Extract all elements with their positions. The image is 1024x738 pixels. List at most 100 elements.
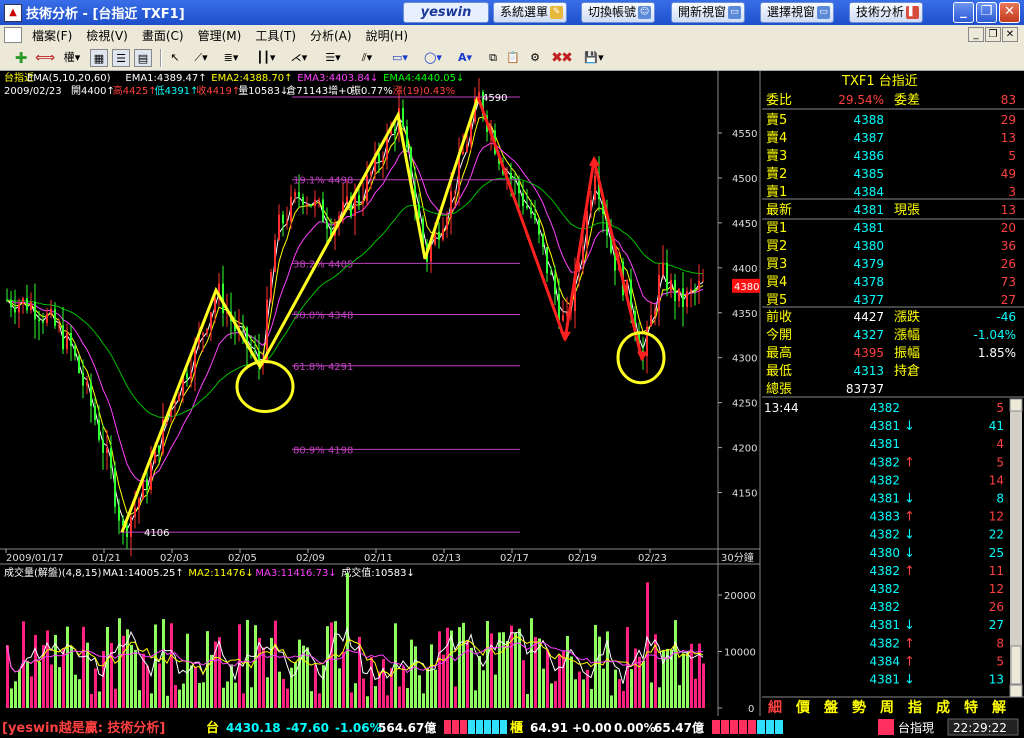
volume-bar: [74, 674, 77, 708]
status-strength-bar: [484, 720, 491, 734]
tick-qty: 5: [996, 401, 1004, 415]
candle-body: [86, 382, 88, 386]
status-otc-value: 64.91: [530, 721, 568, 735]
delete-all-icon[interactable]: ✖: [558, 49, 576, 67]
volume-bar: [294, 662, 297, 708]
candle-body: [370, 172, 372, 176]
menu-screen[interactable]: 畫面(C): [136, 27, 192, 44]
table-icon[interactable]: ▤: [134, 49, 152, 67]
settings-icon[interactable]: ⚙: [526, 49, 544, 67]
maximize-button[interactable]: ❐: [976, 2, 997, 23]
save-icon[interactable]: 💾▾: [580, 49, 608, 67]
volume-bar: [686, 650, 689, 708]
volume-bar: [414, 646, 417, 708]
candle-body: [654, 310, 656, 316]
candle-body: [674, 280, 676, 302]
volume-bar: [618, 679, 621, 708]
menu-tools[interactable]: 工具(T): [249, 27, 304, 44]
ask-row-value: 4385: [853, 167, 884, 181]
bid-row-label: 買4: [766, 275, 787, 290]
candle-body: [114, 467, 116, 507]
switch-account-button[interactable]: 切換帳號 ☺: [581, 2, 656, 23]
new-window-button[interactable]: 開新視窗 ▭: [671, 2, 746, 23]
crosshair-icon[interactable]: ✚: [12, 49, 30, 67]
volume-bar: [418, 675, 421, 708]
stat-row-label: 最高: [766, 345, 792, 361]
status-index-value: 4430.18: [226, 721, 281, 735]
mdi-minimize-button[interactable]: _: [968, 27, 984, 42]
volume-bar: [622, 690, 625, 708]
grid-icon[interactable]: ▦: [90, 49, 108, 67]
tick-arrow: ↑: [904, 636, 915, 651]
arrows-icon[interactable]: ⟺: [35, 49, 55, 67]
bid-row-label: 買2: [766, 239, 787, 254]
weight-button[interactable]: 權▾: [60, 49, 84, 67]
parallel-tool-icon[interactable]: ⫽▾: [354, 49, 380, 67]
candle-body: [30, 302, 32, 311]
volume-bar: [310, 691, 313, 708]
candle-body: [538, 219, 540, 235]
line-tool-icon[interactable]: ⟋▾: [188, 49, 214, 67]
tick-arrow: ↑: [904, 455, 915, 470]
technical-analysis-button[interactable]: 技術分析 ▌: [849, 2, 924, 23]
menu-view[interactable]: 檢視(V): [80, 27, 136, 44]
candle-body: [270, 272, 272, 300]
candle-body: [446, 217, 448, 230]
select-window-label: 選擇視窗: [767, 5, 816, 19]
list-icon[interactable]: ☰: [112, 49, 130, 67]
close-button[interactable]: ✕: [999, 2, 1020, 23]
stat-row-value2: -1.04%: [974, 328, 1016, 342]
volume-bar: [90, 693, 93, 708]
rectangle-tool-icon[interactable]: ▭▾: [387, 49, 413, 67]
candle-body: [282, 214, 284, 224]
candle-body: [702, 280, 704, 282]
select-window-button[interactable]: 選擇視窗 ▭: [760, 2, 835, 23]
volume-bar: [434, 669, 437, 708]
volume-bar: [58, 667, 61, 708]
minimize-button[interactable]: _: [953, 2, 974, 23]
last-row-label2: 現張: [894, 203, 920, 218]
candle-body: [690, 289, 692, 292]
channel-tool-icon[interactable]: ≣▾: [218, 49, 244, 67]
legend-item: 2009/02/23: [4, 86, 62, 97]
price-legend: 台指近EMA(5,10,20,60) EMA1:4389.47↑ EMA2:4388…: [4, 71, 464, 84]
copy-icon[interactable]: ⧉: [484, 49, 502, 67]
bid-row-value: 4379: [853, 257, 884, 271]
volume-bar: [602, 668, 605, 708]
menu-analysis[interactable]: 分析(A): [304, 27, 360, 44]
volume-bar: [658, 687, 661, 708]
volume-bar: [162, 619, 165, 708]
volume-bar: [578, 671, 581, 708]
volume-bar: [538, 638, 541, 708]
fibonacci-tool-icon[interactable]: ☰▾: [320, 49, 346, 67]
paste-icon[interactable]: 📋: [504, 49, 522, 67]
text-tool-icon[interactable]: A▾: [452, 49, 478, 67]
status-index-label: 台: [206, 720, 219, 736]
price-tick-label: 4550: [732, 129, 757, 140]
ask-row-value: 4386: [853, 149, 884, 163]
fan-tool-icon[interactable]: ⋌▾: [286, 49, 312, 67]
volume-bar: [298, 639, 301, 708]
menu-help[interactable]: 說明(H): [360, 27, 416, 44]
candle-body: [274, 240, 276, 273]
volume-bar: [530, 618, 533, 708]
volume-bar: [166, 695, 169, 708]
volume-bar: [558, 654, 561, 708]
menu-file[interactable]: 檔案(F): [26, 27, 80, 44]
fib-label: 19.1% 4498: [293, 176, 353, 187]
candle-body: [562, 315, 564, 321]
quote-tab: 特: [964, 699, 978, 716]
pointer-icon[interactable]: ↖: [166, 49, 184, 67]
status-strength-bar: [730, 720, 738, 734]
system-menu-button[interactable]: 系統選單 ✎: [493, 2, 568, 23]
mdi-close-button[interactable]: ✕: [1002, 27, 1018, 42]
volume-bar: [394, 623, 397, 708]
candle-body: [26, 298, 28, 311]
volume-bar: [178, 689, 181, 708]
legend-item: EMA3:4403.84↓: [297, 73, 378, 84]
bid-row-value2: 26: [1001, 257, 1016, 271]
ellipse-tool-icon[interactable]: ◯▾: [420, 49, 446, 67]
vertical-lines-icon[interactable]: ┃┃▾: [253, 49, 279, 67]
mdi-restore-button[interactable]: ❐: [985, 27, 1001, 42]
menu-manage[interactable]: 管理(M): [192, 27, 250, 44]
